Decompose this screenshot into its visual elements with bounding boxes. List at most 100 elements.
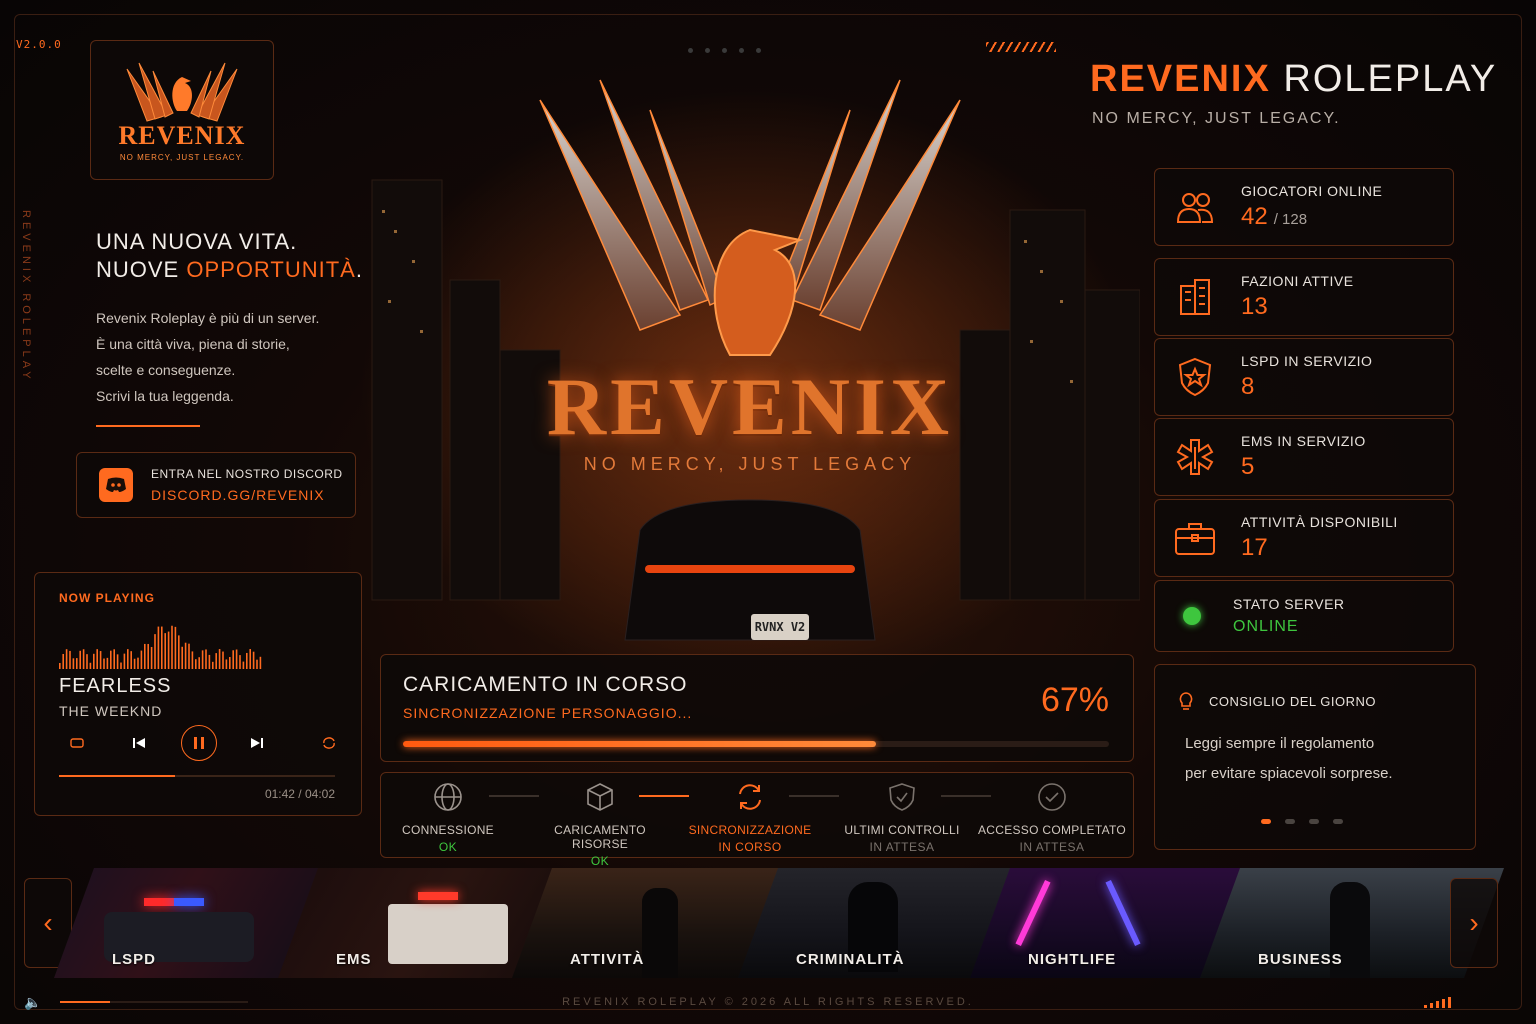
page-dots bbox=[688, 48, 761, 53]
intro-line: È una città viva, piena di storie, bbox=[96, 336, 290, 352]
waveform-bar bbox=[150, 647, 153, 669]
intro-line: scelte e conseguenze. bbox=[96, 362, 236, 378]
loading-screen: V2.0.0 REVENIX ROLEPLAY REVENIX NO MERCY… bbox=[0, 0, 1536, 1024]
brand-rest: ROLEPLAY bbox=[1283, 58, 1498, 100]
category-label: BUSINESS bbox=[1258, 951, 1343, 968]
waveform-bar bbox=[76, 658, 78, 669]
category-label: NIGHTLIFE bbox=[1028, 951, 1117, 968]
footer-copyright: REVENIX ROLEPLAY © 2026 ALL RIGHTS RESER… bbox=[562, 996, 974, 1008]
waveform-bar bbox=[93, 653, 95, 669]
equalizer-icon bbox=[1424, 996, 1451, 1008]
cube-icon bbox=[525, 779, 675, 815]
loading-subtitle: SINCRONIZZAZIONE PERSONAGGIO... bbox=[403, 705, 693, 721]
stat-label: LSPD IN SERVIZIO bbox=[1241, 353, 1373, 369]
stat-value: 13 bbox=[1241, 293, 1268, 320]
stat-label: GIOCATORI ONLINE bbox=[1241, 183, 1383, 199]
stat-activities-available: ATTIVITÀ DISPONIBILI 17 bbox=[1154, 499, 1454, 577]
stat-lspd-on-duty: LSPD IN SERVIZIO 8 bbox=[1154, 338, 1454, 416]
waveform-bar bbox=[65, 649, 68, 669]
version-label: V2.0.0 bbox=[16, 38, 62, 51]
lightbulb-icon bbox=[1179, 692, 1193, 710]
step-state: IN CORSO bbox=[718, 840, 782, 854]
category-label: LSPD bbox=[112, 951, 157, 968]
logo-tagline: NO MERCY, JUST LEGACY. bbox=[119, 152, 245, 162]
step-label: CONNESSIONE bbox=[402, 823, 494, 837]
waveform-bar bbox=[184, 642, 187, 669]
waveform-bar bbox=[171, 625, 173, 669]
tip-pagination[interactable] bbox=[1261, 819, 1343, 824]
waveform-bar bbox=[123, 653, 126, 669]
waveform-bar bbox=[86, 654, 88, 669]
loading-panel: CARICAMENTO IN CORSO SINCRONIZZAZIONE PE… bbox=[380, 654, 1134, 762]
loading-steps: CONNESSIONE OK CARICAMENTO RISORSE OK SI… bbox=[380, 772, 1134, 868]
building-icon bbox=[1173, 275, 1217, 319]
step-state: IN ATTESA bbox=[1019, 840, 1085, 854]
waveform-bar bbox=[218, 649, 221, 669]
headline-accent: OPPORTUNITÀ bbox=[186, 257, 356, 282]
check-circle-icon bbox=[977, 779, 1127, 815]
waveform-bar bbox=[79, 650, 81, 669]
discord-link[interactable]: DISCORD.GG/REVENIX bbox=[151, 487, 343, 503]
headline-line-2: NUOVE OPPORTUNITÀ. bbox=[96, 256, 363, 284]
waveform-bar bbox=[229, 657, 231, 669]
waveform-bar bbox=[205, 649, 207, 669]
waveform-bar bbox=[72, 658, 75, 669]
waveform-bar bbox=[137, 657, 139, 669]
repeat-icon[interactable] bbox=[311, 725, 347, 761]
track-progress-fill bbox=[59, 775, 175, 777]
now-playing-label: NOW PLAYING bbox=[59, 591, 155, 605]
sync-icon bbox=[675, 779, 825, 815]
waveform-bar bbox=[225, 659, 228, 669]
intro-line: Scrivi la tua leggenda. bbox=[96, 388, 234, 404]
brand-subtitle: NO MERCY, JUST LEGACY. bbox=[1092, 110, 1341, 127]
waveform-bar bbox=[239, 655, 241, 669]
hero-logo-text: REVENIX bbox=[546, 361, 954, 452]
loading-progress-fill bbox=[403, 741, 877, 747]
pause-icon bbox=[194, 737, 204, 749]
waveform-bar bbox=[147, 643, 149, 669]
waveform-bar bbox=[120, 662, 122, 669]
stat-label: EMS IN SERVIZIO bbox=[1241, 433, 1366, 449]
divider bbox=[96, 425, 200, 427]
audio-waveform bbox=[59, 625, 262, 669]
waveform-bar bbox=[127, 649, 129, 669]
discord-button[interactable]: ENTRA NEL NOSTRO DISCORD DISCORD.GG/REVE… bbox=[76, 452, 356, 518]
shield-check-icon bbox=[827, 779, 977, 815]
tip-line: per evitare spiacevoli sorprese. bbox=[1185, 765, 1393, 782]
intro-line: Revenix Roleplay è più di un server. bbox=[96, 310, 320, 326]
category-label: CRIMINALITÀ bbox=[796, 951, 905, 968]
waveform-bar bbox=[113, 649, 115, 669]
track-progress[interactable] bbox=[59, 775, 335, 777]
stat-ems-on-duty: EMS IN SERVIZIO 5 bbox=[1154, 418, 1454, 496]
loading-percent: 67% bbox=[1040, 681, 1109, 719]
waveform-bar bbox=[144, 643, 146, 669]
song-title: FEARLESS bbox=[59, 675, 172, 697]
waveform-bar bbox=[69, 650, 71, 669]
shuffle-icon[interactable] bbox=[59, 725, 95, 761]
step-state: IN ATTESA bbox=[869, 840, 935, 854]
category-label: EMS bbox=[336, 951, 372, 968]
song-artist: THE WEEKND bbox=[59, 703, 163, 719]
waveform-bar bbox=[252, 651, 255, 669]
previous-icon[interactable] bbox=[121, 725, 157, 761]
step-final-checks: ULTIMI CONTROLLI IN ATTESA bbox=[827, 779, 977, 854]
carousel-next-button[interactable]: › bbox=[1450, 878, 1498, 968]
waveform-bar bbox=[222, 651, 224, 669]
stat-value: 8 bbox=[1241, 373, 1255, 400]
brand-accent: REVENIX bbox=[1090, 58, 1271, 100]
waveform-bar bbox=[198, 657, 200, 669]
waveform-bar bbox=[157, 626, 160, 669]
waveform-bar bbox=[140, 650, 143, 669]
waveform-bar bbox=[130, 651, 132, 669]
chevron-left-icon: ‹ bbox=[43, 907, 53, 938]
stat-value: 5 bbox=[1241, 453, 1255, 480]
pause-button[interactable] bbox=[181, 725, 217, 761]
globe-icon bbox=[373, 779, 523, 815]
step-connection: CONNESSIONE OK bbox=[373, 779, 523, 854]
waveform-bar bbox=[161, 626, 163, 669]
next-icon[interactable] bbox=[239, 725, 275, 761]
waveform-bar bbox=[195, 659, 197, 669]
category-label: ATTIVITÀ bbox=[570, 951, 645, 968]
step-label: ULTIMI CONTROLLI bbox=[844, 823, 960, 837]
waveform-bar bbox=[181, 646, 183, 669]
